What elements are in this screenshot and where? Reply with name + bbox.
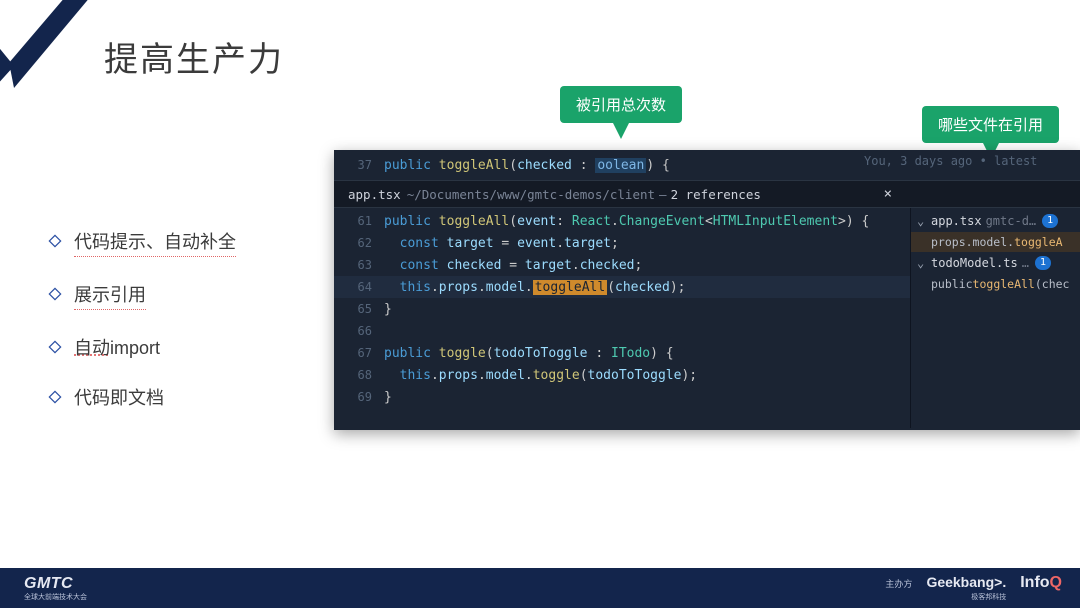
diamond-icon — [48, 287, 62, 301]
bullet-text: 代码提示、自动补全 — [74, 228, 236, 257]
bullet-text: 代码即文档 — [74, 384, 164, 412]
callout-files-refs: 哪些文件在引用 — [922, 106, 1059, 143]
diamond-icon — [48, 234, 62, 248]
corner-accent — [0, 0, 106, 106]
diamond-icon — [48, 340, 62, 354]
line-number: 37 — [334, 158, 384, 172]
slide-footer: GMTC 全球大前端技术大会 主办方 Geekbang>. 极客邦科技 Info… — [0, 568, 1080, 608]
infoq-logo: InfoQ — [1020, 574, 1062, 592]
git-blame: You, 3 days ago • latest — [864, 154, 1037, 168]
bullet-text: 自动import — [74, 334, 160, 360]
refs-count: 2 references — [671, 187, 761, 202]
count-badge: 1 — [1035, 256, 1051, 270]
bullet-item: 代码提示、自动补全 — [48, 228, 308, 257]
close-icon[interactable]: × — [884, 186, 892, 202]
sidebar-ref-line[interactable]: public toggleAll(chec — [911, 274, 1080, 294]
chevron-down-icon: ⌄ — [917, 256, 927, 270]
references-sidebar[interactable]: ⌄ app.tsx gmtc-d… 1 props.model.toggleA … — [910, 208, 1080, 428]
sidebar-file[interactable]: ⌄ app.tsx gmtc-d… 1 — [911, 210, 1080, 232]
code-line: public toggleAll(checked : oolean) { — [384, 158, 670, 173]
chevron-down-icon: ⌄ — [917, 214, 927, 228]
code-body[interactable]: 61public toggleAll(event: React.ChangeEv… — [334, 208, 910, 428]
bullet-item: 展示引用 — [48, 281, 308, 310]
bullet-text: 展示引用 — [74, 281, 146, 310]
refs-filename: app.tsx — [348, 187, 401, 202]
bullet-list: 代码提示、自动补全 展示引用 自动import 代码即文档 — [48, 228, 308, 436]
callout-total-refs: 被引用总次数 — [560, 86, 682, 123]
bullet-item: 代码即文档 — [48, 384, 308, 412]
code-editor: 37 public toggleAll(checked : oolean) { … — [334, 150, 1080, 430]
count-badge: 1 — [1042, 214, 1058, 228]
geekbang-logo: Geekbang>. 极客邦科技 — [926, 574, 1006, 602]
sidebar-file[interactable]: ⌄ todoModel.ts … 1 — [911, 252, 1080, 274]
diamond-icon — [48, 390, 62, 404]
brand-logo: GMTC 全球大前端技术大会 — [24, 576, 87, 601]
sidebar-ref-line[interactable]: props.model.toggleA — [911, 232, 1080, 252]
refs-path: ~/Documents/www/gmtc-demos/client — [407, 187, 655, 202]
bullet-item: 自动import — [48, 334, 308, 360]
references-bar[interactable]: app.tsx ~/Documents/www/gmtc-demos/clien… — [334, 180, 1080, 208]
slide-title: 提高生产力 — [104, 32, 284, 81]
host-label: 主办方 — [885, 577, 912, 590]
